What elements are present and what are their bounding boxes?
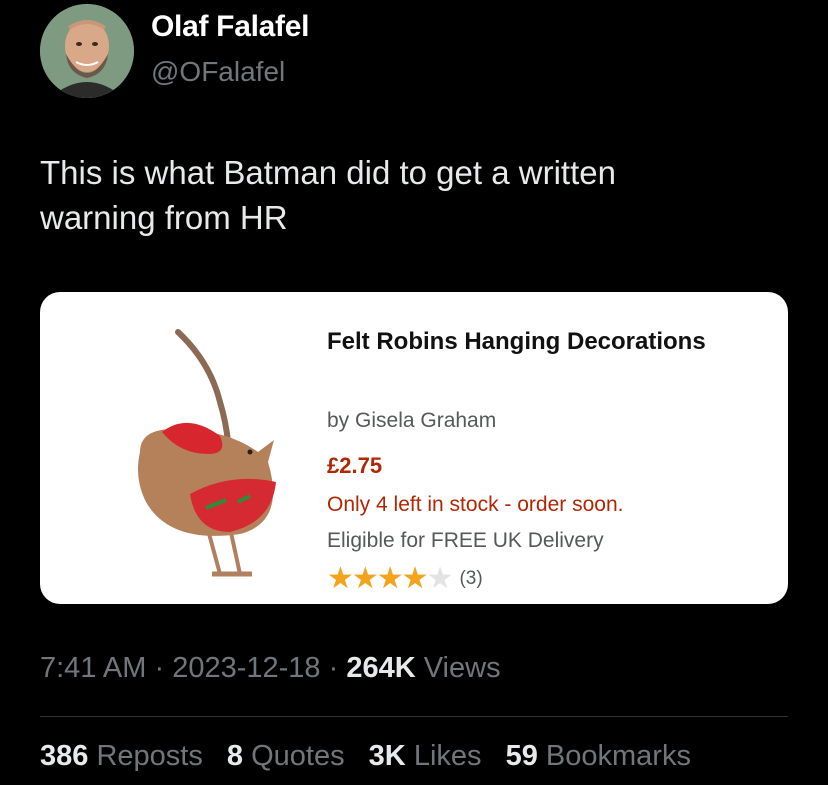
bookmarks-label: Bookmarks [545,740,691,772]
likes-stat[interactable]: 3K Likes [369,740,482,772]
reposts-stat[interactable]: 386 Reposts [40,740,203,772]
product-byline: by Gisela Graham [327,409,497,432]
quotes-stat[interactable]: 8 Quotes [227,740,345,772]
stock-notice: Only 4 left in stock - order soon. [327,493,624,516]
reposts-label: Reposts [96,740,203,772]
star-rating-icon: ★★★★★ ★★★★★ [327,562,453,595]
meta-separator: · [154,652,165,684]
likes-label: Likes [413,740,482,772]
product-price: £2.75 [327,453,383,478]
product-title: Felt Robins Hanging Decorations [327,328,706,355]
delivery-notice: Eligible for FREE UK Delivery [327,529,604,552]
meta-separator: · [328,652,339,684]
engagement-stats: 386 Reposts 8 Quotes 3K Likes 59 Bookmar… [40,740,707,773]
tweet-text: This is what Batman did to get a written… [40,154,616,236]
divider [40,716,788,717]
tweet-meta: 7:41 AM · 2023-12-18 · 264K Views [40,652,501,685]
tweet: Olaf Falafel @OFalafel This is what Batm… [0,0,828,785]
avatar[interactable] [40,4,134,98]
views-count: 264K [346,652,416,684]
bookmarks-count: 59 [505,740,538,772]
product-rating: ★★★★★ ★★★★★ (3) [327,564,483,594]
felt-robin-ornament-icon [80,312,330,592]
bookmarks-stat[interactable]: 59 Bookmarks [506,740,691,772]
display-name[interactable]: Olaf Falafel [151,10,309,44]
username-handle[interactable]: @OFalafel [151,56,285,88]
tweet-time[interactable]: 7:41 AM [40,652,146,684]
profile-photo-icon [40,4,134,98]
review-count: (3) [459,568,483,589]
quotes-label: Quotes [251,740,345,772]
reposts-count: 386 [40,740,89,772]
tweet-date[interactable]: 2023-12-18 [172,652,320,684]
quotes-count: 8 [226,740,244,772]
product-card-image[interactable]: Felt Robins Hanging Decorations by Gisel… [40,292,788,604]
likes-count: 3K [368,740,406,772]
views-label: Views [423,652,501,684]
